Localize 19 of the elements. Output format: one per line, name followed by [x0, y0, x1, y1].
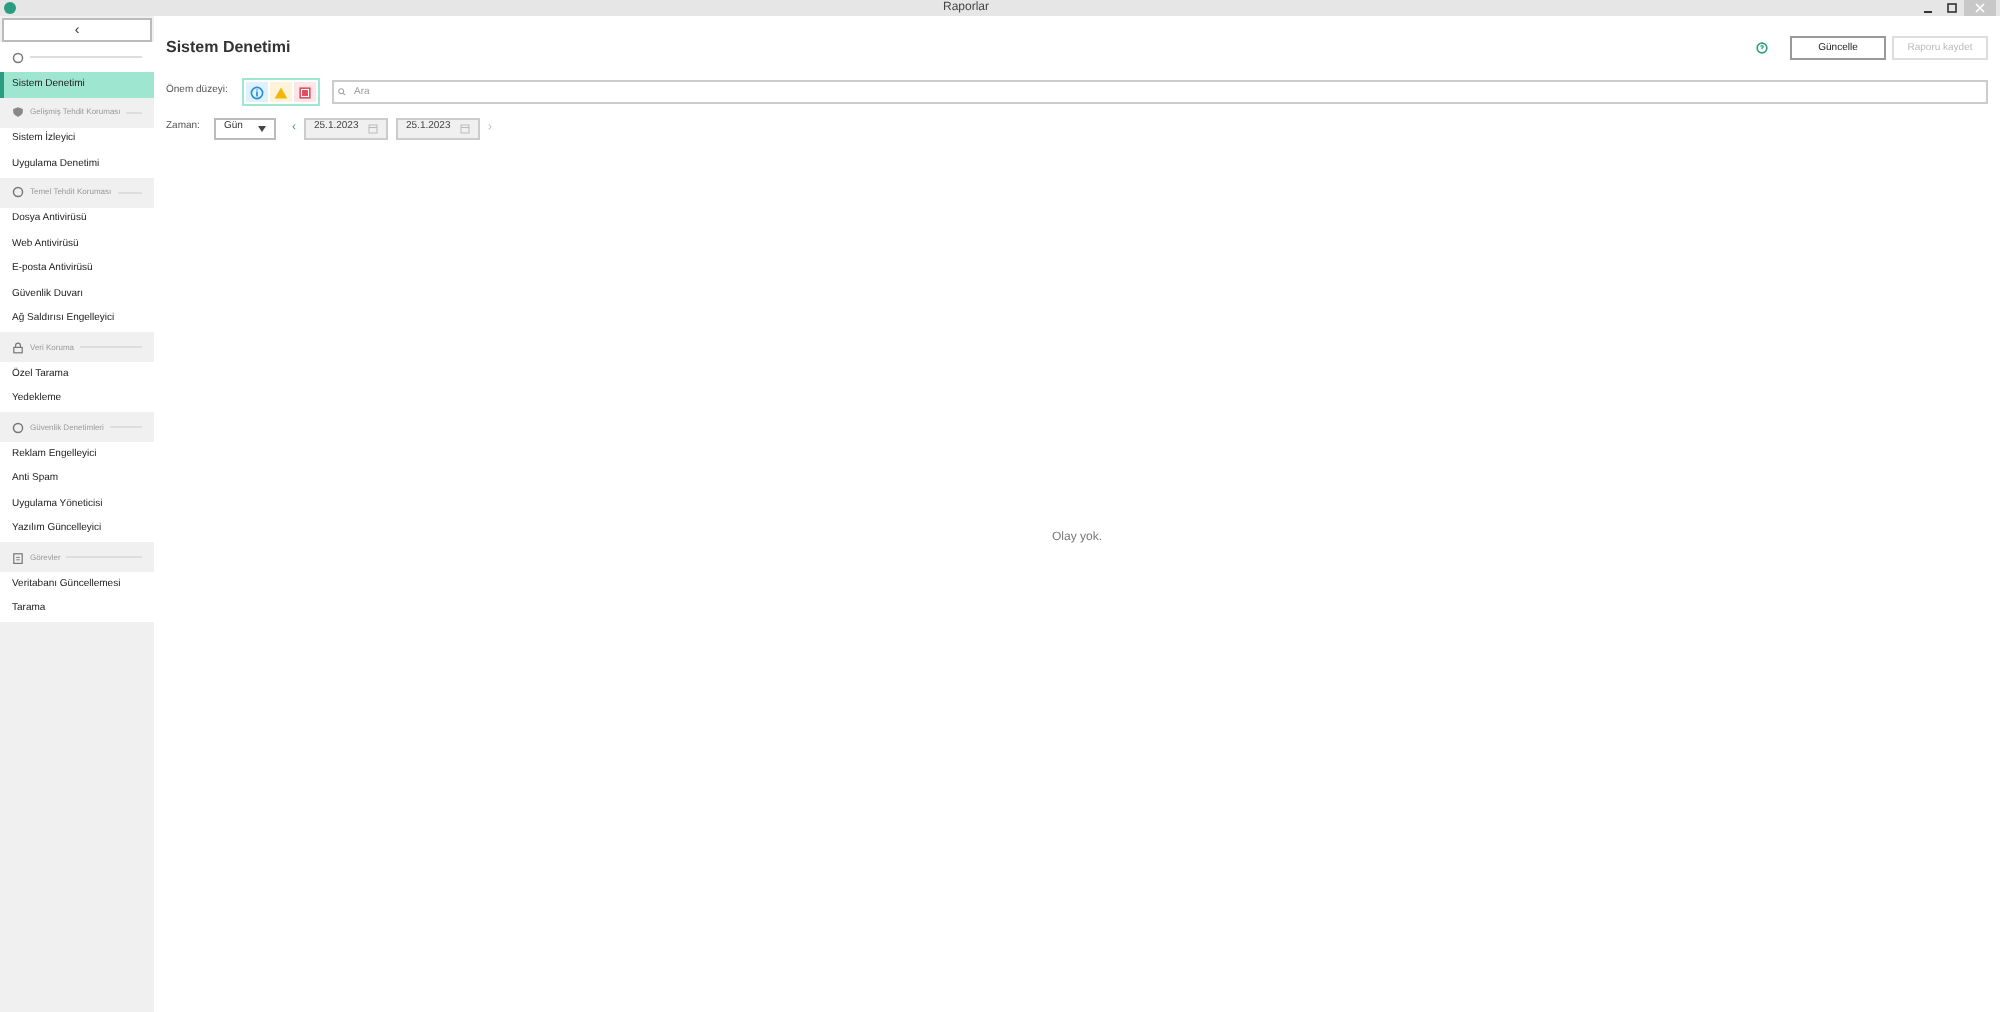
- calendar-icon: [368, 123, 378, 133]
- caret-icon: [258, 125, 266, 131]
- help-icon[interactable]: [1756, 42, 1768, 54]
- error-icon: [298, 85, 312, 99]
- app-icon: [4, 2, 16, 14]
- warning-icon: [274, 85, 288, 99]
- shield-icon: [12, 106, 24, 118]
- info-icon: [250, 85, 264, 99]
- search-icon: [338, 88, 346, 96]
- lock-icon: [12, 341, 24, 353]
- page-title: Sistem Denetimi: [166, 36, 293, 60]
- circle-icon: [12, 421, 24, 433]
- calendar-icon: [460, 123, 470, 133]
- severity-toggle[interactable]: [294, 82, 316, 102]
- severity-toggle[interactable]: [246, 82, 268, 102]
- circle-icon: [12, 186, 24, 198]
- circle-icon: [12, 51, 24, 63]
- clipboard-icon: [12, 551, 24, 563]
- severity-toggle[interactable]: [270, 82, 292, 102]
